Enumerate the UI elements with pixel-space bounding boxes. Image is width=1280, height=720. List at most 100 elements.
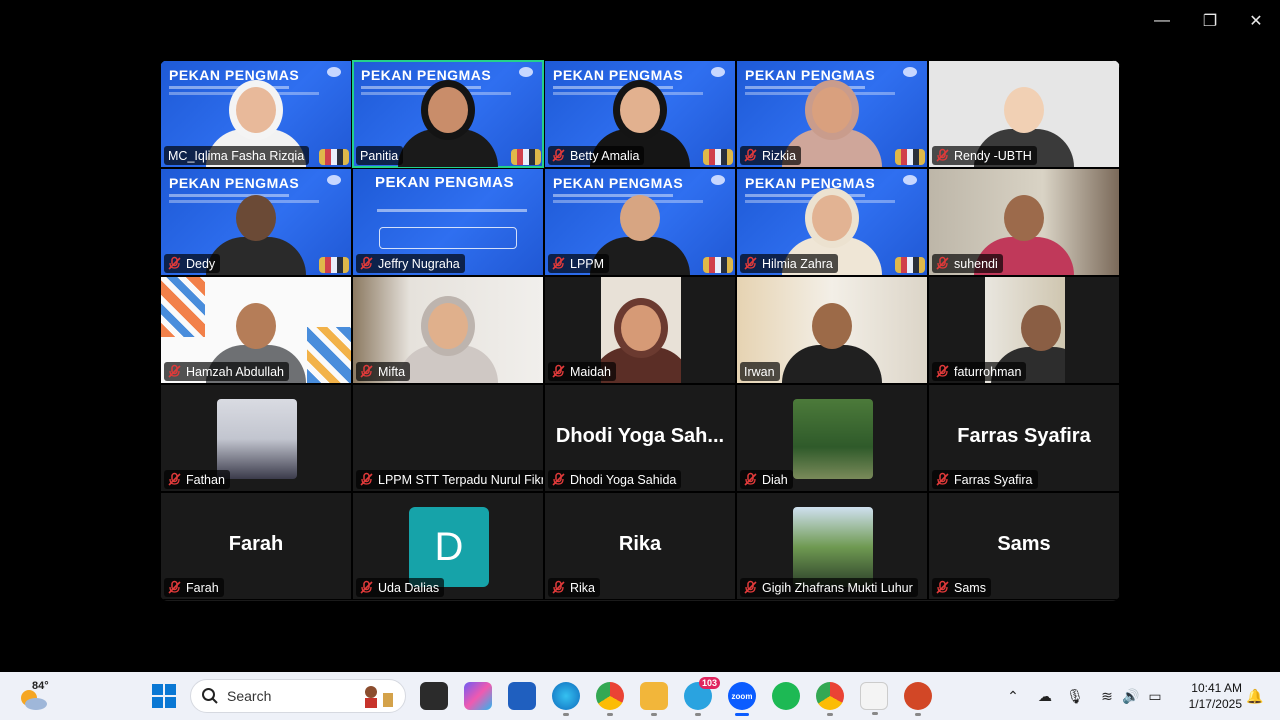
participant-tile[interactable]: Irwan: [736, 276, 928, 384]
taskbar: 84° Search 103 zoom ⌃ ☁ 🎙 ≋ 🔊 ▭ 10:41 AM…: [0, 672, 1280, 720]
participant-name: Dedy: [186, 256, 216, 271]
chrome-icon[interactable]: [596, 682, 624, 716]
microphone-icon[interactable]: 🎙: [1064, 684, 1086, 708]
participant-tile[interactable]: suhendi: [928, 168, 1120, 276]
copilot-icon[interactable]: [464, 682, 492, 710]
participant-tile[interactable]: Gigih Zhafrans Mukti Luhur: [736, 492, 928, 600]
participant-tile[interactable]: Diah: [736, 384, 928, 492]
mic-muted-icon: [551, 472, 566, 487]
banner-decoration: [511, 149, 541, 165]
mic-muted-icon: [935, 148, 950, 163]
participant-name-label: Farras Syafira: [932, 470, 1038, 489]
participant-name: Jeffry Nugraha: [378, 256, 460, 271]
banner-decoration: [327, 175, 341, 185]
mic-muted-icon: [359, 580, 374, 595]
participant-tile[interactable]: Mifta: [352, 276, 544, 384]
search-label: Search: [227, 688, 272, 704]
participant-name: suhendi: [954, 256, 998, 271]
participant-name: Betty Amalia: [570, 148, 640, 163]
participant-tile[interactable]: Maidah: [544, 276, 736, 384]
banner-decoration: [903, 175, 917, 185]
participant-name-label: Uda Dalias: [356, 578, 445, 597]
participant-tile[interactable]: PEKAN PENGMAS Rizkia: [736, 60, 928, 168]
zoom-icon[interactable]: zoom: [728, 682, 756, 716]
participant-tile[interactable]: PEKAN PENGMAS Dedy: [160, 168, 352, 276]
banner-decoration: [519, 67, 533, 77]
participant-display-name: Rika: [618, 533, 662, 555]
mic-muted-icon: [743, 148, 758, 163]
edge-icon[interactable]: [552, 682, 580, 716]
participant-name-label: MC_Iqlima Fasha Rizqia: [164, 146, 310, 165]
participant-name: Gigih Zhafrans Mukti Luhur: [762, 580, 913, 595]
weather-widget[interactable]: 84°: [16, 678, 60, 714]
store-icon[interactable]: [508, 682, 536, 710]
restore-button[interactable]: ❐: [1196, 8, 1224, 34]
telegram-icon[interactable]: 103: [684, 677, 720, 716]
participant-video: [772, 283, 892, 383]
participant-tile[interactable]: Hamzah Abdullah: [160, 276, 352, 384]
participant-tile[interactable]: PEKAN PENGMAS Betty Amalia: [544, 60, 736, 168]
participant-tile[interactable]: Farras Syafira Farras Syafira: [928, 384, 1120, 492]
banner-decoration: [703, 149, 733, 165]
banner-decoration: [711, 175, 725, 185]
participant-tile[interactable]: faturrohman: [928, 276, 1120, 384]
mic-muted-icon: [167, 472, 182, 487]
participant-tile[interactable]: Farah Farah: [160, 492, 352, 600]
participant-tile[interactable]: PEKAN PENGMAS Panitia: [352, 60, 544, 168]
participant-tile[interactable]: D Uda Dalias: [352, 492, 544, 600]
task-view-icon[interactable]: [420, 682, 448, 710]
participant-tile[interactable]: Rendy -UBTH: [928, 60, 1120, 168]
participant-name-label: Panitia: [356, 146, 404, 165]
participant-name: Diah: [762, 472, 788, 487]
participant-photo: [793, 399, 873, 479]
minimize-button[interactable]: —: [1148, 8, 1176, 34]
battery-icon[interactable]: ▭: [1144, 684, 1166, 708]
chrome-profile-icon[interactable]: [816, 682, 844, 716]
participant-tile[interactable]: Sams Sams: [928, 492, 1120, 600]
participant-tile[interactable]: PEKAN PENGMAS LPPM: [544, 168, 736, 276]
participant-name-label: Maidah: [548, 362, 616, 381]
participant-photo: [217, 399, 297, 479]
file-explorer-icon[interactable]: [640, 682, 668, 716]
participant-name: MC_Iqlima Fasha Rizqia: [168, 148, 305, 163]
participant-tile[interactable]: LPPM STT Terpadu Nurul Fikri: [352, 384, 544, 492]
onedrive-icon[interactable]: ☁: [1034, 684, 1056, 708]
mic-muted-icon: [935, 472, 950, 487]
notification-icon[interactable]: 🔔: [1244, 684, 1266, 708]
participant-name: Mifta: [378, 364, 406, 379]
participant-name: Rendy -UBTH: [954, 148, 1032, 163]
spotify-icon[interactable]: [772, 682, 800, 710]
participant-tile[interactable]: Dhodi Yoga Sah... Dhodi Yoga Sahida: [544, 384, 736, 492]
start-button[interactable]: [150, 682, 178, 710]
participant-name-label: faturrohman: [932, 362, 1027, 381]
participant-name-label: Betty Amalia: [548, 146, 645, 165]
participant-display-name: Sams: [997, 533, 1051, 555]
clock[interactable]: 10:41 AM 1/17/2025: [1176, 680, 1242, 712]
mic-muted-icon: [551, 364, 566, 379]
close-button[interactable]: ✕: [1242, 8, 1270, 34]
clock-date: 1/17/2025: [1188, 697, 1242, 711]
snipping-tool-icon[interactable]: [860, 682, 888, 715]
participant-tile[interactable]: PEKAN PENGMAS MC_Iqlima Fasha Rizqia: [160, 60, 352, 168]
participant-name-label: Irwan: [740, 362, 780, 381]
powerpoint-icon[interactable]: [904, 682, 932, 716]
participant-name-label: Rika: [548, 578, 601, 597]
mic-muted-icon: [743, 256, 758, 271]
participant-tile[interactable]: Rika Rika: [544, 492, 736, 600]
participant-tile[interactable]: Fathan: [160, 384, 352, 492]
participant-tile[interactable]: PEKAN PENGMAS Hilmia Zahra: [736, 168, 928, 276]
participant-name: Uda Dalias: [378, 580, 440, 595]
participant-name-label: Dedy: [164, 254, 221, 273]
mic-muted-icon: [935, 580, 950, 595]
chevron-up-icon[interactable]: ⌃: [1002, 684, 1024, 708]
participant-video: [388, 67, 508, 167]
participant-display-name: Farras Syafira: [957, 425, 1091, 447]
participant-tile[interactable]: PEKAN PENGMAS Jeffry Nugraha: [352, 168, 544, 276]
mic-muted-icon: [167, 256, 182, 271]
volume-icon[interactable]: 🔊: [1120, 684, 1142, 708]
participant-name-label: suhendi: [932, 254, 1003, 273]
participant-name-label: Jeffry Nugraha: [356, 254, 465, 273]
wifi-icon[interactable]: ≋: [1096, 684, 1118, 708]
search-box[interactable]: Search: [190, 679, 406, 713]
participant-name: LPPM STT Terpadu Nurul Fikri: [378, 472, 544, 487]
